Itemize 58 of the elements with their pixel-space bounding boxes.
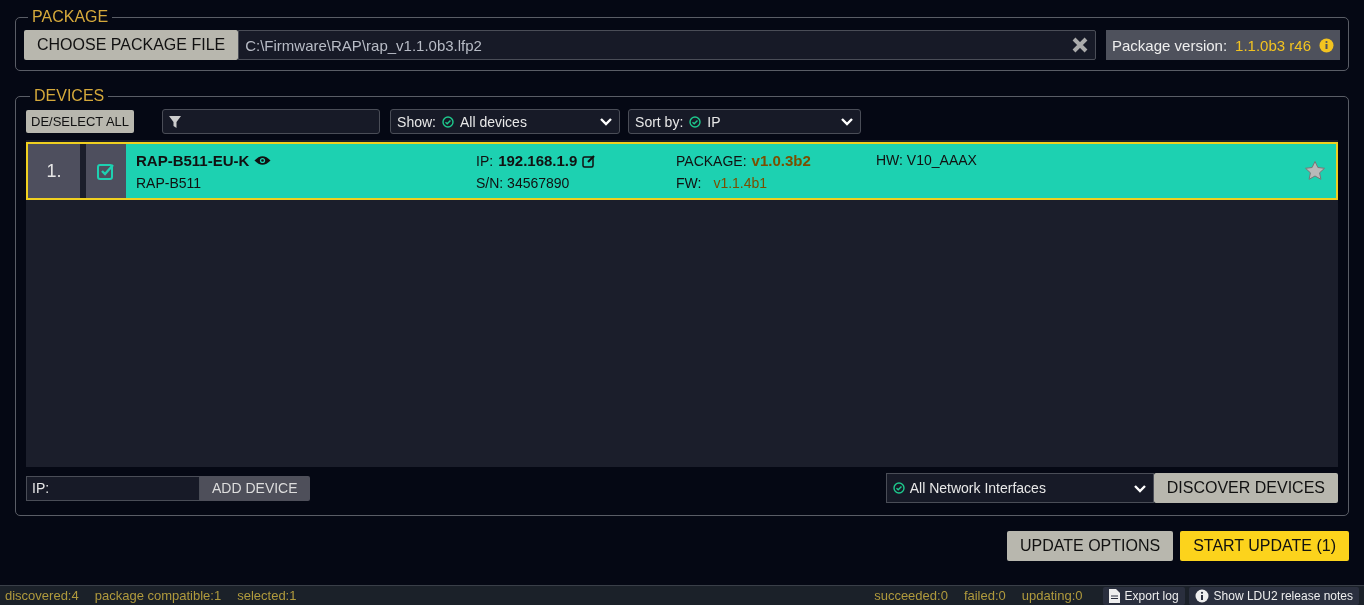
device-row[interactable]: 1. RAP-B511-EU-K RAP-B511 IP: 192.168.1.9 S/N: 34567890 PACKAGE: v1.0.3b2 FW: v1.1.4b1 HW: V10_AAAX [26,142,1338,200]
device-model: RAP-B511 [136,175,203,191]
export-log-button[interactable]: Export log [1102,586,1185,605]
ip-field-label: IP: [32,480,50,496]
chevron-down-icon [1132,483,1147,493]
ip-address: 192.168.1.9 [498,152,578,169]
sort-value: IP [707,113,722,130]
choose-file-button[interactable]: CHOOSE PACKAGE FILE [24,30,239,60]
chevron-down-icon [840,117,855,126]
sort-dropdown[interactable]: Sort by: IP [628,109,862,134]
document-icon [1108,588,1120,603]
check-circle-icon [689,115,702,128]
check-circle-icon [892,482,905,494]
star-icon[interactable] [1304,160,1326,182]
network-interface-dropdown[interactable]: All Network Interfaces [885,473,1154,503]
show-label: Show: [397,113,436,130]
info-icon[interactable] [1319,37,1334,53]
sort-label: Sort by: [635,113,684,130]
row-number: 1. [28,144,86,198]
fw-label: FW: [676,175,702,191]
info-icon [1194,588,1209,603]
fw-version: v1.1.4b1 [713,175,768,191]
eye-icon[interactable] [254,155,272,166]
status-count: succeeded:0 [874,588,948,603]
file-path-text: C:\Firmware\RAP\rap_v1.1.0b3.lfp2 [245,36,483,54]
show-value: All devices [459,113,528,130]
status-count: package compatible:1 [94,588,222,603]
add-device-button[interactable]: ADD DEVICE [200,475,310,501]
filter-field[interactable] [162,109,381,134]
check-circle-icon [441,115,454,128]
interface-value: All Network Interfaces [909,480,1047,496]
status-count: failed:0 [963,588,1006,603]
section-title: DEVICES [33,87,106,105]
show-dropdown[interactable]: Show: All devices [390,109,621,134]
chevron-down-icon [599,117,614,126]
update-options-button[interactable]: UPDATE OPTIONS [1007,531,1174,561]
hardware-version: HW: V10_AAAX [876,152,978,168]
ip-label: IP: [476,152,494,169]
version-label: Package version: [1112,36,1228,54]
status-count: selected:1 [237,588,297,603]
package-label: PACKAGE: [676,152,747,169]
status-count: discovered:4 [5,588,79,603]
checkbox[interactable] [97,162,115,180]
edit-icon[interactable] [582,153,597,168]
version-value: 1.1.0b3 r46 [1235,36,1311,54]
section-title: PACKAGE [31,8,110,26]
release-notes-button[interactable]: Show LDU2 release notes [1188,586,1359,605]
start-update-button[interactable]: START UPDATE (1) [1180,531,1349,561]
ip-input-field[interactable]: IP: [26,475,200,501]
package-version: v1.0.3b2 [751,152,811,169]
clear-icon[interactable] [1071,36,1089,54]
device-name: RAP-B511-EU-K [136,152,250,169]
filter-icon [169,115,182,128]
discover-devices-button[interactable]: DISCOVER DEVICES [1153,473,1338,503]
deselect-all-button[interactable]: DE/SELECT ALL [26,110,135,133]
serial-number: S/N: 34567890 [476,175,571,191]
file-path-field[interactable]: C:\Firmware\RAP\rap_v1.1.0b3.lfp2 [238,30,1096,60]
status-count: updating:0 [1021,588,1083,603]
